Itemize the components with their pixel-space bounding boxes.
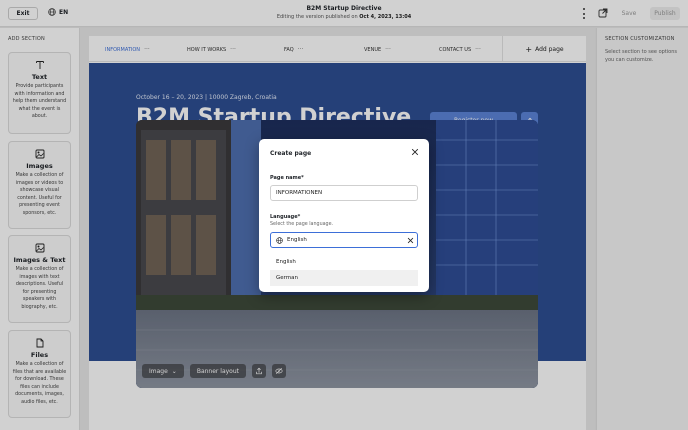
page-name-label: Page name* [270, 175, 304, 181]
page-name-input[interactable]: INFORMATIONEN [270, 185, 418, 201]
language-select[interactable]: English [270, 232, 418, 248]
option-german[interactable]: German [270, 270, 418, 286]
close-icon[interactable] [411, 148, 419, 156]
clear-icon[interactable] [407, 237, 414, 244]
language-label: Language* [270, 214, 301, 220]
language-value: English [287, 237, 307, 243]
language-hint: Select the page language. [270, 222, 334, 227]
language-options: English German [270, 254, 418, 286]
globe-icon [276, 237, 283, 244]
create-page-dialog: Create page Page name* INFORMATIONEN Lan… [259, 139, 429, 292]
dialog-title: Create page [270, 150, 312, 157]
option-english[interactable]: English [270, 254, 418, 270]
